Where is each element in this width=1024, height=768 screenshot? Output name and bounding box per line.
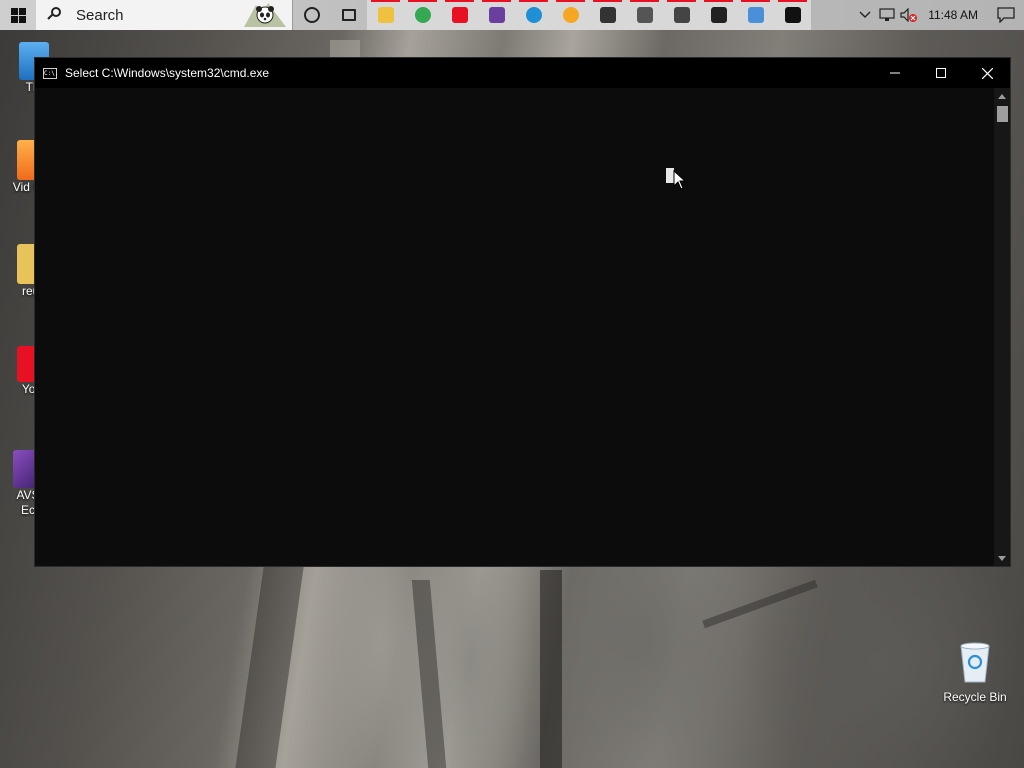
minimize-button[interactable]	[872, 58, 918, 88]
clock[interactable]: 11:48 AM	[920, 8, 988, 22]
recycle-bin-label: Recycle Bin	[943, 690, 1007, 704]
taskbar-app-button[interactable]	[663, 0, 700, 30]
windows-logo-icon	[10, 7, 26, 23]
system-tray: 11:48 AM	[854, 0, 1024, 30]
recycle-bin-icon	[958, 640, 992, 684]
mouse-pointer-icon	[673, 170, 687, 190]
network-icon[interactable]	[876, 0, 898, 30]
cmd-window[interactable]: C:\. Select C:\Windows\system32\cmd.exe	[34, 57, 1011, 567]
wallpaper-detail	[702, 579, 818, 629]
taskbar-app-button[interactable]	[367, 0, 404, 30]
minimize-icon	[890, 72, 900, 74]
running-indicator	[630, 0, 659, 2]
taskbar-app-button[interactable]	[293, 0, 330, 30]
maximize-button[interactable]	[918, 58, 964, 88]
running-indicator	[408, 0, 437, 2]
clapperboard-icon	[599, 7, 616, 23]
running-indicator	[667, 0, 696, 2]
pinned-apps	[293, 0, 811, 30]
taskbar: Search 11:48 AM	[0, 0, 1024, 30]
running-indicator	[741, 0, 770, 2]
window-titlebar[interactable]: C:\. Select C:\Windows\system32\cmd.exe	[35, 58, 1010, 88]
running-indicator	[482, 0, 511, 2]
taskbar-app-button[interactable]	[626, 0, 663, 30]
youtube-icon	[451, 7, 468, 23]
scrollbar-thumb[interactable]	[997, 106, 1008, 122]
wallpaper-detail	[411, 580, 447, 768]
chrome-icon	[414, 7, 431, 23]
cortana-icon	[303, 7, 320, 23]
file-explorer-icon	[377, 7, 394, 23]
volume-muted-icon[interactable]	[898, 0, 920, 30]
vertical-scrollbar[interactable]	[994, 88, 1010, 566]
chevron-up-icon[interactable]	[854, 0, 876, 30]
close-icon	[981, 67, 993, 79]
taskbar-app-button[interactable]	[700, 0, 737, 30]
scroll-up-icon[interactable]	[994, 88, 1010, 104]
cmd-icon: C:\.	[43, 67, 59, 79]
running-indicator	[593, 0, 622, 2]
taskbar-app-button[interactable]	[552, 0, 589, 30]
taskbar-app-button[interactable]	[737, 0, 774, 30]
desktop-icon-recycle-bin[interactable]: Recycle Bin	[940, 640, 1010, 704]
scroll-down-icon[interactable]	[994, 550, 1010, 566]
search-icon	[47, 7, 64, 23]
taskbar-app-button[interactable]	[330, 0, 367, 30]
running-indicator	[556, 0, 585, 2]
running-indicator	[778, 0, 807, 2]
taskbar-app-button[interactable]	[774, 0, 811, 30]
window-controls	[872, 58, 1010, 88]
wallpaper-detail	[235, 560, 305, 768]
store-icon	[710, 7, 727, 23]
taskbar-app-button[interactable]	[478, 0, 515, 30]
window-title: Select C:\Windows\system32\cmd.exe	[65, 66, 270, 80]
maximize-icon	[936, 68, 946, 78]
search-box[interactable]: Search	[36, 0, 293, 30]
console-output[interactable]	[35, 88, 994, 566]
taskbar-app-button[interactable]	[441, 0, 478, 30]
cmd-taskbar-icon	[784, 7, 801, 23]
taskbar-app-button[interactable]	[404, 0, 441, 30]
running-indicator	[445, 0, 474, 2]
taskbar-app-button[interactable]	[589, 0, 626, 30]
action-center-icon[interactable]	[988, 0, 1024, 30]
taskbar-app-button[interactable]	[515, 0, 552, 30]
wallpaper-detail	[540, 570, 562, 768]
task-view-icon	[341, 9, 356, 21]
edge-icon	[525, 7, 542, 23]
settings-app-icon	[747, 7, 764, 23]
running-indicator	[704, 0, 733, 2]
calculator-icon	[636, 7, 653, 23]
running-indicator	[371, 0, 400, 2]
panda-illustration-icon	[244, 3, 286, 27]
running-indicator	[519, 0, 548, 2]
video-editor-icon	[488, 7, 505, 23]
alarms-icon	[673, 7, 690, 23]
close-button[interactable]	[964, 58, 1010, 88]
search-input[interactable]: Search	[76, 7, 124, 24]
media-player-icon	[562, 7, 579, 23]
start-button[interactable]	[0, 0, 36, 30]
